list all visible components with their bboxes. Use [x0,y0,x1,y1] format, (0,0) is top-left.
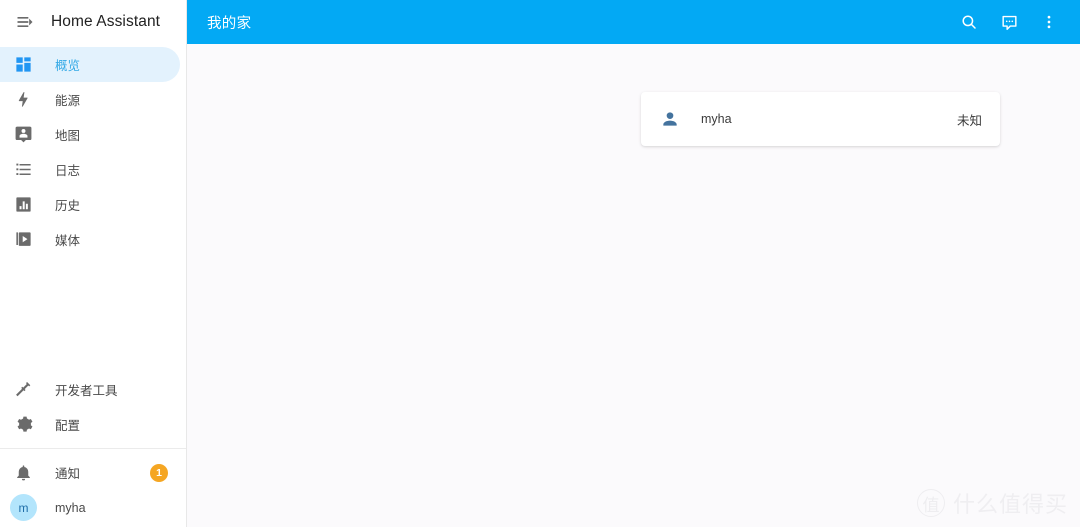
sidebar-item-map[interactable]: 地图 [0,117,180,152]
sidebar-item-label: 开发者工具 [55,384,118,398]
chart-box-icon [11,193,35,217]
entity-row[interactable]: myha 未知 [641,92,1000,146]
main-area: 我的家 myha 未知 值 什么值得买 [187,0,1080,527]
page-title: 我的家 [207,15,252,32]
sidebar-item-notifications[interactable]: 通知 1 [0,455,180,490]
sidebar-item-label: myha [55,500,86,515]
watermark-text: 什么值得买 [952,493,1068,518]
sidebar-bottom-group: 开发者工具 配置 通知 1 m myha [0,372,186,527]
sidebar-item-label: 日志 [55,164,81,178]
sidebar-item-label: 概览 [55,59,81,73]
app-title: Home Assistant [51,13,161,30]
watermark-logo: 值 [916,489,945,517]
sidebar-item-user[interactable]: m myha [0,490,180,525]
sidebar-divider [0,448,186,449]
entities-card: myha 未知 [641,92,1000,146]
sidebar-item-overview[interactable]: 概览 [0,47,180,82]
hammer-icon [11,378,35,402]
sidebar-item-developer-tools[interactable]: 开发者工具 [0,372,180,407]
sidebar-item-label: 媒体 [55,234,81,248]
play-box-multiple-icon [11,228,35,252]
search-icon[interactable] [956,9,982,35]
sidebar-header: Home Assistant [0,0,186,44]
sidebar-item-configuration[interactable]: 配置 [0,407,180,442]
home-assistant-app: Home Assistant 概览 能源 地图 日志 历史 媒体 开发者工具 配… [0,0,1080,527]
entity-name: myha [701,112,732,126]
overflow-menu-icon[interactable] [1036,9,1062,35]
entity-state[interactable]: 未知 [957,110,982,129]
sidebar-item-logbook[interactable]: 日志 [0,152,180,187]
sidebar-item-label: 能源 [55,94,81,108]
account-icon [658,107,682,131]
bell-icon [11,461,35,485]
top-bar-actions [956,9,1068,35]
sidebar-item-media[interactable]: 媒体 [0,222,180,257]
avatar: m [10,494,37,521]
dashboard-content: myha 未知 值 什么值得买 [187,44,1080,527]
cog-icon [11,413,35,437]
sidebar-item-energy[interactable]: 能源 [0,82,180,117]
watermark: 值 什么值得买 [916,487,1068,519]
account-badge-icon [11,123,35,147]
sidebar-item-label: 历史 [55,199,81,213]
sidebar-item-history[interactable]: 历史 [0,187,180,222]
sidebar: Home Assistant 概览 能源 地图 日志 历史 媒体 开发者工具 配… [0,0,187,527]
notification-badge: 1 [150,463,168,482]
lightning-bolt-icon [11,88,35,112]
assist-icon[interactable] [996,9,1022,35]
menu-open-icon[interactable] [11,8,39,36]
sidebar-nav-list: 概览 能源 地图 日志 历史 媒体 [0,44,186,257]
top-app-bar: 我的家 [187,0,1080,44]
sidebar-item-label: 配置 [55,419,81,433]
sidebar-item-label: 通知 [55,467,81,481]
view-dashboard-icon [11,53,35,77]
format-list-bulleted-icon [11,158,35,182]
sidebar-item-label: 地图 [55,129,81,143]
